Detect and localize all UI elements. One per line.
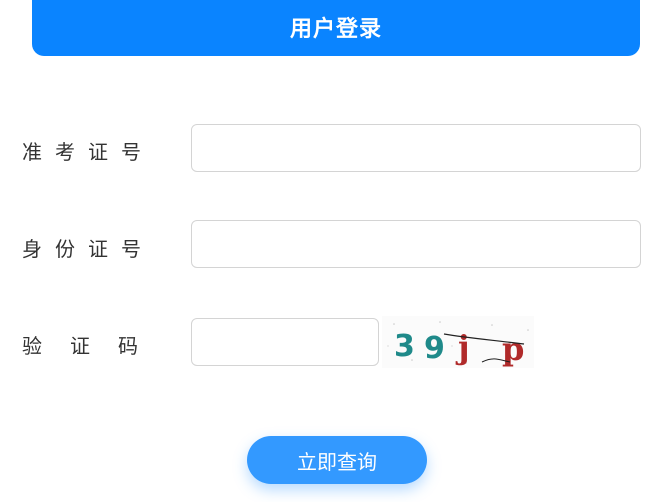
captcha-char-3: j	[455, 328, 470, 366]
captcha-input[interactable]	[191, 318, 379, 366]
id-number-input[interactable]	[191, 220, 641, 268]
captcha-char-2: 9	[424, 331, 445, 366]
id-number-label: 身份证号	[22, 237, 154, 261]
exam-id-label: 准考证号	[22, 140, 154, 164]
login-page: 用户登录 准考证号 身份证号 验证码 3 9 j p 立即查询	[0, 0, 672, 502]
page-title: 用户登录	[289, 17, 382, 42]
captcha-label: 验证码	[22, 334, 166, 358]
exam-id-input[interactable]	[191, 124, 641, 172]
header-bar: 用户登录	[32, 0, 640, 56]
captcha-char-1: 3	[394, 329, 415, 364]
captcha-char-4: p	[502, 330, 524, 368]
submit-query-button[interactable]: 立即查询	[247, 436, 427, 484]
captcha-image[interactable]: 3 9 j p	[382, 316, 534, 368]
